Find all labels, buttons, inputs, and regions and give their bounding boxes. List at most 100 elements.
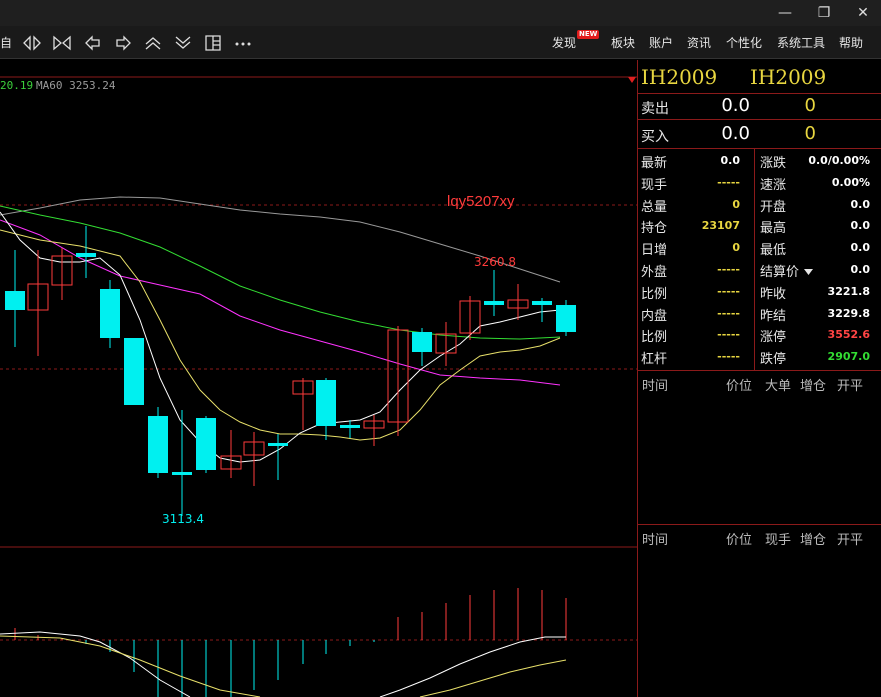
candle bbox=[5, 291, 25, 310]
macd-dif-line bbox=[0, 631, 191, 697]
shift-left-icon[interactable] bbox=[83, 34, 103, 52]
quote-value: 0.0 bbox=[720, 154, 741, 167]
menu-sector[interactable]: 板块 bbox=[611, 34, 635, 51]
divider bbox=[638, 370, 881, 371]
menu-help[interactable]: 帮助 bbox=[839, 34, 863, 51]
candle bbox=[316, 380, 336, 426]
tick-header-open-close: 开平 bbox=[837, 379, 864, 394]
shift-right-icon[interactable] bbox=[113, 34, 133, 52]
quote-value: ----- bbox=[717, 176, 740, 189]
quote-value: ----- bbox=[717, 307, 740, 320]
expand-down-icon[interactable] bbox=[173, 34, 193, 52]
kline-chart-area[interactable]: lqy5207xy 3260.8 3113.4 20.19 MA60 3253.… bbox=[0, 60, 637, 697]
candle bbox=[484, 301, 504, 305]
quote-value: 0.0 bbox=[850, 241, 871, 254]
macd-dea-line-rise bbox=[419, 659, 567, 697]
quote-value: 3229.8 bbox=[827, 307, 870, 320]
quote-label: 比例 bbox=[641, 330, 668, 345]
quote-value: 3552.6 bbox=[827, 328, 870, 341]
quote-label: 总量 bbox=[641, 200, 668, 215]
zoom-out-icon[interactable] bbox=[52, 34, 72, 52]
macd-histogram bbox=[14, 588, 567, 697]
candle bbox=[76, 253, 96, 257]
chevron-down-icon[interactable] bbox=[804, 269, 813, 275]
candle bbox=[196, 418, 216, 470]
quote-label: 昨结 bbox=[760, 309, 787, 324]
ma60-label: MA60 3253.24 bbox=[36, 79, 116, 92]
sell-label: 卖出 bbox=[641, 101, 669, 117]
candle bbox=[148, 416, 168, 473]
layout-icon[interactable] bbox=[203, 34, 223, 52]
quote-label: 最新 bbox=[641, 156, 668, 171]
buy-label: 买入 bbox=[641, 129, 669, 145]
quote-value: 0.0/0.00% bbox=[808, 154, 870, 167]
candle bbox=[268, 443, 288, 446]
candle bbox=[124, 338, 144, 405]
candle bbox=[556, 305, 576, 332]
maximize-button[interactable]: ❐ bbox=[811, 2, 837, 24]
sell-volume: 0 bbox=[804, 95, 816, 116]
menu-account[interactable]: 账户 bbox=[649, 34, 673, 51]
close-button[interactable]: ✕ bbox=[850, 2, 876, 24]
quote-label[interactable]: 结算价 bbox=[760, 261, 799, 280]
window-titlebar: — ❐ ✕ bbox=[0, 0, 881, 26]
divider bbox=[638, 148, 881, 149]
quote-panel: IH2009 IH2009 卖出 0.0 0 买入 0.0 0 最新 0.0 涨跌 0… bbox=[637, 60, 881, 697]
quote-value: 0 bbox=[732, 198, 740, 211]
menu-news[interactable]: 资讯 bbox=[687, 34, 711, 51]
tick-header-price: 价位 bbox=[726, 379, 753, 394]
macd-dif-line-rise bbox=[379, 636, 566, 697]
divider bbox=[638, 119, 881, 120]
quote-value: 3221.8 bbox=[827, 285, 870, 298]
toolbar-partial-item[interactable]: 自 bbox=[0, 34, 12, 51]
quote-label: 杠杆 bbox=[641, 352, 668, 367]
quote-label: 现手 bbox=[641, 178, 668, 193]
quote-value: 0.0 bbox=[850, 198, 871, 211]
quote-value: 0 bbox=[732, 241, 740, 254]
quote-value: ----- bbox=[717, 263, 740, 276]
quote-value: 0.0 bbox=[850, 219, 871, 232]
minimize-button[interactable]: — bbox=[772, 2, 798, 24]
divider bbox=[638, 93, 881, 94]
symbol-name[interactable]: IH2009 bbox=[750, 65, 826, 89]
menu-discover[interactable]: 发现 bbox=[552, 34, 576, 51]
kline-chart[interactable]: lqy5207xy 3260.8 3113.4 bbox=[0, 60, 637, 697]
toolbar: 自 发现 NEW 板块 账户 资讯 个性化 系统工具 帮助 bbox=[0, 26, 881, 59]
trade-header-price: 价位 bbox=[726, 533, 753, 548]
candle bbox=[532, 301, 552, 305]
quote-label: 开盘 bbox=[760, 200, 787, 215]
candle bbox=[340, 425, 360, 428]
candle bbox=[100, 289, 120, 338]
candlesticks bbox=[5, 226, 576, 516]
trade-header-volume: 现手 bbox=[765, 533, 792, 548]
trade-header-time: 时间 bbox=[642, 533, 669, 548]
quote-label: 比例 bbox=[641, 287, 668, 302]
high-price-label: 3260.8 bbox=[474, 255, 516, 269]
quote-label: 外盘 bbox=[641, 265, 668, 280]
menu-system-tools[interactable]: 系统工具 bbox=[777, 34, 825, 51]
ma20-line bbox=[0, 219, 561, 386]
zoom-in-icon[interactable] bbox=[22, 34, 42, 52]
quote-label: 速涨 bbox=[760, 178, 787, 193]
buy-price: 0.0 bbox=[721, 123, 750, 144]
quote-value: ----- bbox=[717, 350, 740, 363]
buy-volume: 0 bbox=[804, 123, 816, 144]
quote-label: 日增 bbox=[641, 243, 668, 258]
tick-header-big-order: 大单 bbox=[765, 379, 792, 394]
symbol-code[interactable]: IH2009 bbox=[641, 65, 717, 89]
menu-personalize[interactable]: 个性化 bbox=[726, 34, 762, 51]
chart-watermark: lqy5207xy bbox=[447, 193, 515, 210]
tick-header-time: 时间 bbox=[642, 379, 669, 394]
ma30-line bbox=[0, 205, 561, 340]
quote-label: 跌停 bbox=[760, 352, 787, 367]
macd-dea-line bbox=[0, 635, 261, 697]
quote-label: 涨跌 bbox=[760, 156, 787, 171]
more-icon[interactable] bbox=[233, 34, 253, 52]
quote-label: 最低 bbox=[760, 243, 787, 258]
divider bbox=[638, 524, 881, 525]
quote-value: 0.0 bbox=[850, 263, 871, 276]
quote-label: 最高 bbox=[760, 221, 787, 236]
tick-header-oi-change: 增仓 bbox=[800, 379, 827, 394]
quote-column-divider bbox=[754, 149, 755, 370]
shrink-up-icon[interactable] bbox=[143, 34, 163, 52]
